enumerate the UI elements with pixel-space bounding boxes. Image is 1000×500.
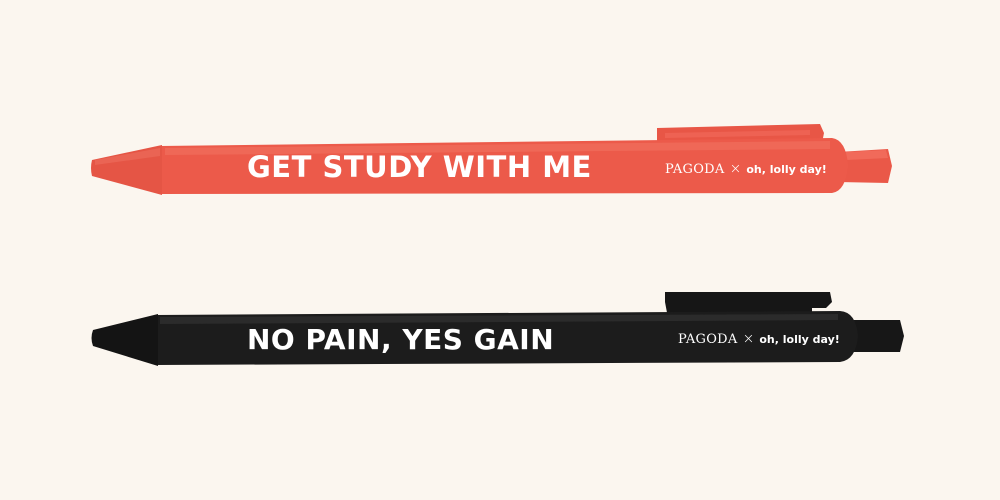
brand-lolly-day: oh, lolly day! bbox=[746, 163, 827, 176]
red-pen-slogan: GET STUDY WITH ME bbox=[247, 150, 592, 184]
brand-lolly-day: oh, lolly day! bbox=[759, 333, 840, 346]
black-pen-brand: PAGODA × oh, lolly day! bbox=[678, 331, 840, 347]
brand-pagoda: PAGODA bbox=[678, 332, 738, 347]
brand-pagoda: PAGODA bbox=[665, 162, 725, 177]
product-image: GET STUDY WITH ME PAGODA × oh, lolly day… bbox=[0, 0, 1000, 500]
brand-separator: × bbox=[742, 331, 755, 347]
black-pen-tip bbox=[91, 314, 158, 366]
brand-separator: × bbox=[729, 161, 742, 177]
black-pen-slogan: NO PAIN, YES GAIN bbox=[247, 323, 555, 356]
red-pen-brand: PAGODA × oh, lolly day! bbox=[665, 161, 827, 177]
